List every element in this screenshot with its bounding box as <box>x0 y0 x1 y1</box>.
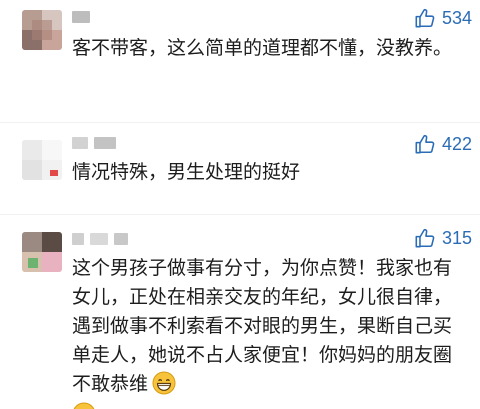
like-count: 422 <box>441 133 472 154</box>
username-blurred[interactable] <box>72 136 116 150</box>
grinning-face-emoji-icon <box>72 402 96 409</box>
thumbs-up-icon <box>414 227 436 249</box>
comment-item-2: 422 情况特殊，男生处理的挺好 <box>0 122 480 214</box>
username-blurred[interactable] <box>72 232 128 246</box>
comment-text-body: 这个男孩子做事有分寸，为你点赞！我家也有女儿，正处在相亲交友的年纪，女儿很自律，… <box>72 257 453 395</box>
comment-text: 这个男孩子做事有分寸，为你点赞！我家也有女儿，正处在相亲交友的年纪，女儿很自律，… <box>72 254 462 399</box>
avatar[interactable] <box>22 140 62 180</box>
like-button[interactable]: 422 <box>414 130 472 158</box>
avatar[interactable] <box>22 10 62 50</box>
comment-list: 534 客不带客，这么简单的道理都不懂，没教养。 422 情况特殊，男生处理的挺… <box>0 0 480 409</box>
avatar[interactable] <box>22 232 62 272</box>
like-button[interactable]: 534 <box>414 4 472 32</box>
thumbs-up-icon <box>414 7 436 29</box>
like-count: 534 <box>441 7 472 28</box>
like-button[interactable]: 315 <box>414 224 472 252</box>
comment-item-3: 315 这个男孩子做事有分寸，为你点赞！我家也有女儿，正处在相亲交友的年纪，女儿… <box>0 214 480 409</box>
comment-text: 情况特殊，男生处理的挺好 <box>72 161 301 183</box>
comment-text: 客不带客，这么简单的道理都不懂，没教养。 <box>72 37 453 59</box>
thumbs-up-icon <box>414 133 436 155</box>
comment-item-1: 534 客不带客，这么简单的道理都不懂，没教养。 <box>0 0 480 122</box>
username-blurred[interactable] <box>72 10 90 24</box>
grinning-face-emoji-icon <box>152 371 176 395</box>
like-count: 315 <box>441 227 472 248</box>
